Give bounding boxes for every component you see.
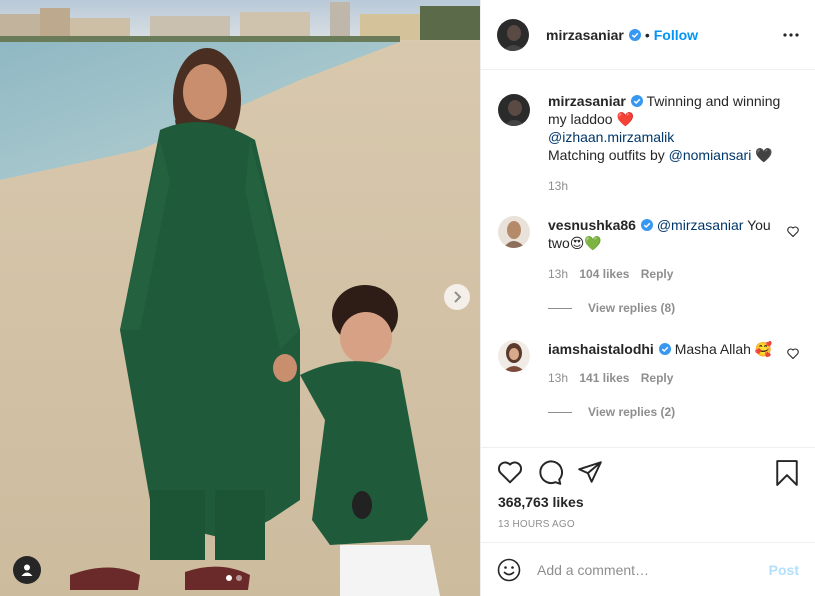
caption-mention-nomiansari[interactable]: @nomiansari xyxy=(669,147,752,163)
reply-button[interactable]: Reply xyxy=(641,267,674,281)
like-comment-heart-icon[interactable] xyxy=(787,348,799,359)
caption: mirzasaniar Twinning and winning my ladd… xyxy=(497,92,799,202)
more-options-icon[interactable] xyxy=(783,32,799,37)
avatar-image xyxy=(498,340,530,372)
view-replies-button[interactable]: View replies (2) xyxy=(548,405,675,419)
caption-avatar[interactable] xyxy=(498,94,530,126)
comment: iamshaistalodhi Masha Allah 🥰 13h 141 li… xyxy=(497,340,799,447)
comment-meta: 13h 104 likes Reply xyxy=(548,267,681,281)
comment-composer: Post xyxy=(481,542,815,596)
comments-list[interactable]: mirzasaniar Twinning and winning my ladd… xyxy=(481,70,815,447)
comment-meta: 13h 141 likes Reply xyxy=(548,371,681,385)
comment-input[interactable] xyxy=(537,561,757,578)
verified-badge-icon xyxy=(658,343,671,355)
comment-text: iamshaistalodhi Masha Allah 🥰 xyxy=(548,340,777,358)
caption-emoji2: 🖤 xyxy=(755,147,773,163)
comment-body: Masha Allah 🥰 xyxy=(674,341,773,357)
header-separator: • xyxy=(644,26,650,43)
caption-emoji1: ❤️ xyxy=(616,111,634,127)
avatar-image xyxy=(498,216,530,248)
comment-likes[interactable]: 104 likes xyxy=(579,267,629,281)
divider-line xyxy=(548,307,572,309)
avatar-image xyxy=(497,18,529,51)
caption-username[interactable]: mirzasaniar xyxy=(548,93,626,109)
caption-meta: 13h xyxy=(548,179,576,193)
view-replies-label: View replies (8) xyxy=(588,301,676,315)
person-icon xyxy=(21,564,33,576)
reply-button[interactable]: Reply xyxy=(641,371,674,385)
carousel-indicator xyxy=(226,575,242,581)
commenter-avatar[interactable] xyxy=(498,216,530,248)
caption-mention-izhaan[interactable]: @izhaan.mirzamalik xyxy=(548,129,674,145)
emoji-smiley-icon[interactable] xyxy=(497,558,521,582)
comment-icon[interactable] xyxy=(537,460,563,486)
action-icons xyxy=(497,460,799,486)
caption-line2: Matching outfits by xyxy=(548,147,665,163)
post-comment-button[interactable]: Post xyxy=(769,562,799,578)
post-timestamp[interactable]: 13 HOURS AGO xyxy=(498,519,575,530)
verified-badge-icon xyxy=(628,28,641,41)
view-replies-button[interactable]: View replies (8) xyxy=(548,301,675,315)
caption-text: mirzasaniar Twinning and winning my ladd… xyxy=(548,92,799,164)
comment-time[interactable]: 13h xyxy=(548,371,568,385)
next-photo-button[interactable] xyxy=(444,284,470,310)
commenter-avatar[interactable] xyxy=(498,340,530,372)
beach-photo-illustration xyxy=(0,0,480,596)
like-comment-heart-icon[interactable] xyxy=(787,226,799,237)
author-avatar[interactable] xyxy=(497,18,529,51)
post-header: mirzasaniar • Follow xyxy=(481,0,815,70)
carousel-dot xyxy=(236,575,242,581)
chevron-right-icon xyxy=(454,291,462,303)
comment-username[interactable]: iamshaistalodhi xyxy=(548,341,654,357)
follow-button[interactable]: Follow xyxy=(654,27,698,43)
share-paper-plane-icon[interactable] xyxy=(577,460,603,484)
avatar-image xyxy=(498,94,530,126)
divider-line xyxy=(548,411,572,413)
save-bookmark-icon[interactable] xyxy=(775,460,799,486)
comment-likes[interactable]: 141 likes xyxy=(579,371,629,385)
likes-count[interactable]: 368,763 likes xyxy=(498,494,584,510)
author-username[interactable]: mirzasaniar xyxy=(546,27,624,43)
tagged-users-button[interactable] xyxy=(13,556,41,584)
post-photo[interactable] xyxy=(0,0,480,596)
carousel-dot-active xyxy=(226,575,232,581)
comment: vesnushka86 @mirzasaniar You two😍💚 13h 1… xyxy=(497,216,799,326)
caption-time[interactable]: 13h xyxy=(548,179,568,193)
comment-username[interactable]: vesnushka86 xyxy=(548,217,636,233)
like-heart-icon[interactable] xyxy=(497,460,523,484)
verified-badge-icon xyxy=(640,219,653,231)
comment-text: vesnushka86 @mirzasaniar You two😍💚 xyxy=(548,216,777,252)
comment-time[interactable]: 13h xyxy=(548,267,568,281)
post-actions: 368,763 likes 13 HOURS AGO xyxy=(481,447,815,542)
post-side-panel: mirzasaniar • Follow mirzasaniar Twinnin… xyxy=(480,0,815,596)
comment-mention[interactable]: @mirzasaniar xyxy=(657,217,744,233)
verified-badge-icon xyxy=(630,95,643,107)
view-replies-label: View replies (2) xyxy=(588,405,676,419)
